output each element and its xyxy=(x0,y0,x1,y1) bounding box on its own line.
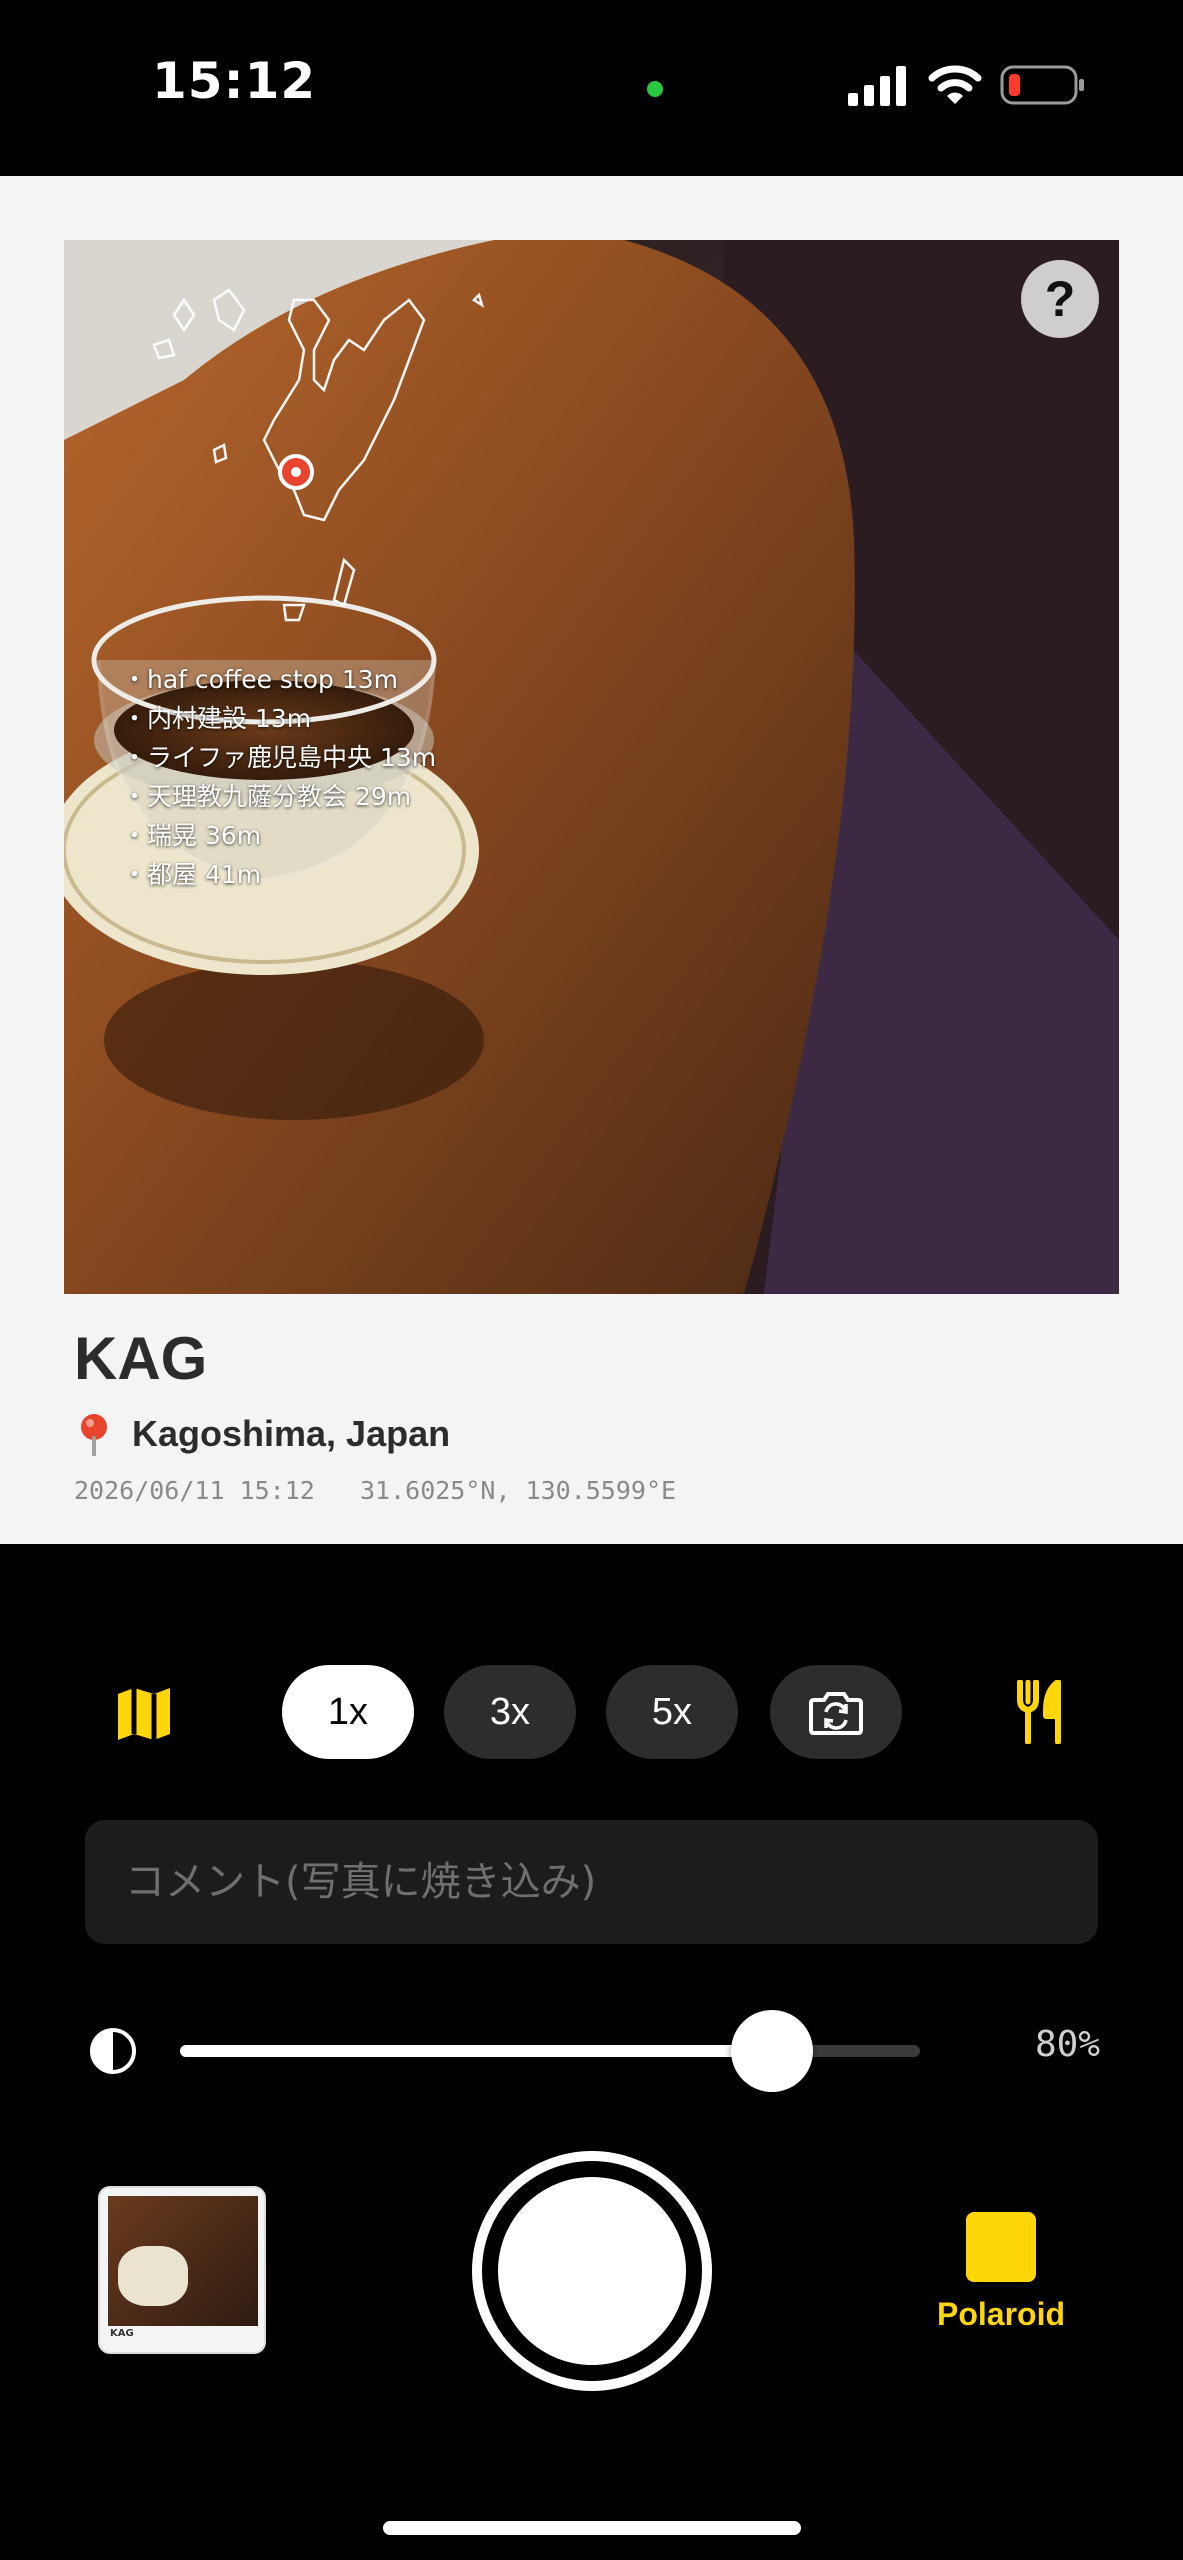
polaroid-mode-icon[interactable] xyxy=(966,2212,1036,2282)
nearby-place: 内村建設 13m xyxy=(122,699,436,738)
camera-preview-photo: haf coffee stop 13m 内村建設 13m ライファ鹿児島中央 1… xyxy=(64,240,1119,1294)
map-icon[interactable] xyxy=(112,1682,176,1746)
home-indicator xyxy=(383,2521,801,2535)
zoom-3x-button[interactable]: 3x xyxy=(444,1665,576,1759)
opacity-value: 80% xyxy=(1034,2024,1100,2065)
opacity-slider-fill xyxy=(180,2045,772,2057)
datetime-label: 2026/06/11 15:12 xyxy=(74,1476,315,1505)
coordinates-label: 31.6025°N, 130.5599°E xyxy=(359,1476,677,1505)
opacity-slider-thumb[interactable] xyxy=(731,2010,813,2092)
nearby-place: 瑞晃 36m xyxy=(122,816,436,855)
mode-label[interactable]: Polaroid xyxy=(920,2296,1082,2333)
status-bar: 15:12 xyxy=(0,0,1183,176)
shutter-inner xyxy=(498,2177,686,2365)
location-name: Kagoshima, Japan xyxy=(132,1413,451,1454)
comment-input[interactable] xyxy=(85,1820,1098,1944)
opacity-slider[interactable] xyxy=(180,2010,920,2092)
nearby-place: 都屋 41m xyxy=(122,855,436,894)
wifi-icon xyxy=(928,65,982,104)
contrast-icon xyxy=(90,2028,136,2074)
nearby-places-list: haf coffee stop 13m 内村建設 13m ライファ鹿児島中央 1… xyxy=(122,660,436,894)
location-label: Kagoshima, Japan xyxy=(74,1412,450,1456)
cellular-signal-icon xyxy=(848,66,906,106)
help-button[interactable]: ? xyxy=(1021,260,1099,338)
photo-metadata: 2026/06/11 15:12 31.6025°N, 130.5599°E xyxy=(74,1476,676,1505)
location-pin-icon xyxy=(81,1414,107,1456)
thumbnail-caption: KAG xyxy=(110,2328,134,2339)
nearby-place: haf coffee stop 13m xyxy=(122,660,436,699)
nearby-place: ライファ鹿児島中央 13m xyxy=(122,738,436,777)
nearby-place: 天理教九薩分教会 29m xyxy=(122,777,436,816)
camera-flip-icon xyxy=(809,1692,863,1735)
camera-in-use-indicator xyxy=(647,81,663,97)
zoom-1x-button[interactable]: 1x xyxy=(282,1665,414,1759)
battery-icon xyxy=(1000,65,1084,105)
flip-camera-button[interactable] xyxy=(770,1665,902,1759)
fork-knife-icon[interactable] xyxy=(1012,1680,1068,1744)
airport-code: KAG xyxy=(74,1325,208,1392)
shutter-button[interactable] xyxy=(472,2151,712,2391)
last-photo-thumbnail[interactable]: KAG xyxy=(98,2186,266,2354)
polaroid-preview-card: haf coffee stop 13m 内村建設 13m ライファ鹿児島中央 1… xyxy=(0,176,1183,1544)
thumbnail-image xyxy=(108,2196,258,2326)
status-time: 15:12 xyxy=(152,52,317,110)
zoom-5x-button[interactable]: 5x xyxy=(606,1665,738,1759)
